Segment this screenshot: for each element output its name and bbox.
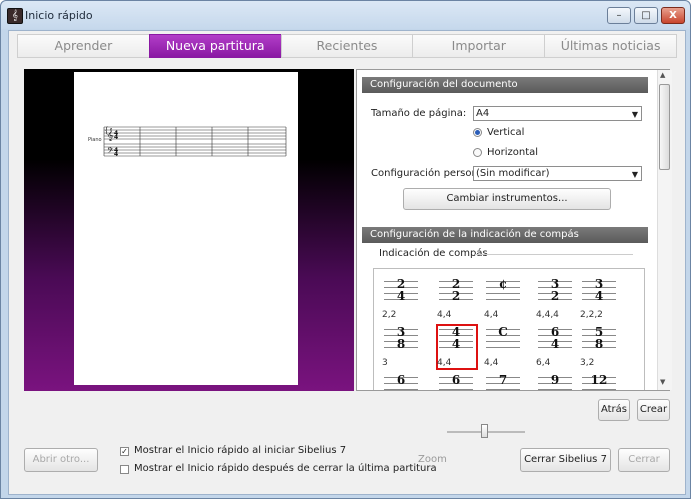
zoom-label: Zoom bbox=[418, 454, 447, 465]
window-title: Inicio rápido bbox=[25, 9, 93, 22]
tab-bar: Aprender Nueva partitura Recientes Impor… bbox=[17, 34, 677, 58]
time-sig-item[interactable]: 38 3 bbox=[382, 325, 422, 369]
page-size-select[interactable]: A4 ▼ bbox=[473, 106, 642, 121]
open-other-button[interactable]: Abrir otro... bbox=[24, 448, 98, 472]
show-on-start-checkbox[interactable]: ✓ bbox=[120, 447, 129, 456]
dropdown-arrow-icon: ▼ bbox=[631, 170, 638, 179]
tab-ultimas-noticias[interactable]: Últimas noticias bbox=[544, 34, 677, 58]
grand-staff: { 𝄞 𝄢 4 4 4 4 bbox=[103, 126, 287, 158]
time-sig-item[interactable]: 24 2,2 bbox=[382, 277, 422, 321]
scroll-up-icon[interactable]: ▲ bbox=[660, 71, 665, 79]
show-after-close-checkbox[interactable] bbox=[120, 465, 129, 474]
doc-config-header: Configuración del documento bbox=[362, 77, 648, 93]
title-bar: 𝄞 Inicio rápido – □ X bbox=[1, 1, 690, 29]
custom-config-select[interactable]: (Sin modificar) ▼ bbox=[473, 166, 642, 181]
tab-importar[interactable]: Importar bbox=[412, 34, 545, 58]
minimize-button[interactable]: – bbox=[607, 7, 631, 24]
page-size-value: A4 bbox=[476, 108, 490, 119]
scroll-thumb[interactable] bbox=[659, 84, 670, 170]
time-sig-item[interactable]: 7 bbox=[484, 373, 524, 390]
page-size-label: Tamaño de página: bbox=[371, 108, 467, 119]
radio-horizontal-label: Horizontal bbox=[487, 147, 539, 158]
time-sig-item[interactable]: 32 4,4,4 bbox=[536, 277, 576, 321]
settings-panel: Configuración del documento Tamaño de pá… bbox=[356, 69, 670, 391]
time-sig-item[interactable]: 64 6,4 bbox=[536, 325, 576, 369]
time-sig-item[interactable]: ¢ 4,4 bbox=[484, 277, 524, 321]
svg-text:4: 4 bbox=[114, 151, 118, 158]
close-window-button[interactable]: X bbox=[661, 7, 685, 24]
time-sig-item[interactable]: 9 bbox=[536, 373, 576, 390]
time-sig-subheader: Indicación de compás bbox=[379, 248, 488, 259]
time-sig-item[interactable]: 6 bbox=[382, 373, 422, 390]
tab-nueva-partitura[interactable]: Nueva partitura bbox=[148, 34, 281, 58]
back-button[interactable]: Atrás bbox=[598, 399, 630, 421]
score-preview: { 𝄞 𝄢 4 4 4 4 Piano bbox=[24, 69, 354, 391]
svg-text:4: 4 bbox=[114, 134, 118, 141]
time-sig-item[interactable]: 6 bbox=[437, 373, 477, 390]
close-sibelius-button[interactable]: Cerrar Sibelius 7 bbox=[520, 448, 611, 472]
custom-config-label: Configuración personal bbox=[371, 168, 487, 179]
time-sig-grid: 24 2,2 22 4,4 ¢ 4,4 32 4,4,4 3 4 2,2,2 3… bbox=[373, 268, 645, 390]
quick-start-window: 𝄞 Inicio rápido – □ X Aprender Nueva par… bbox=[0, 0, 691, 499]
sibelius-app-icon: 𝄞 bbox=[7, 8, 23, 24]
radio-vertical[interactable] bbox=[473, 128, 482, 137]
dialog-client-area: Aprender Nueva partitura Recientes Impor… bbox=[8, 30, 686, 495]
time-sig-item[interactable]: 58 3,2 bbox=[580, 325, 620, 369]
score-page: { 𝄞 𝄢 4 4 4 4 Piano bbox=[74, 72, 298, 385]
create-button[interactable]: Crear bbox=[637, 399, 670, 421]
close-button[interactable]: Cerrar bbox=[618, 448, 670, 472]
tab-aprender[interactable]: Aprender bbox=[17, 34, 149, 58]
dropdown-arrow-icon: ▼ bbox=[631, 110, 638, 119]
scroll-down-icon[interactable]: ▼ bbox=[660, 378, 665, 386]
time-sig-item[interactable]: 12 bbox=[580, 373, 620, 390]
tab-recientes[interactable]: Recientes bbox=[280, 34, 413, 58]
custom-config-value: (Sin modificar) bbox=[476, 168, 550, 179]
show-after-close-label: Mostrar el Inicio rápido después de cerr… bbox=[134, 463, 437, 474]
svg-text:𝄞: 𝄞 bbox=[107, 128, 114, 141]
time-sig-item-selected[interactable]: 44 4,4 bbox=[436, 324, 478, 370]
maximize-button[interactable]: □ bbox=[634, 7, 658, 24]
svg-text:𝄢: 𝄢 bbox=[107, 147, 114, 158]
radio-horizontal[interactable] bbox=[473, 148, 482, 157]
change-instruments-button[interactable]: Cambiar instrumentos... bbox=[403, 188, 611, 210]
zoom-slider-thumb[interactable] bbox=[481, 424, 488, 438]
instrument-name-label: Piano bbox=[88, 137, 102, 143]
settings-scrollbar[interactable]: ▲ ▼ bbox=[657, 70, 672, 390]
show-on-start-label: Mostrar el Inicio rápido al iniciar Sibe… bbox=[134, 445, 347, 456]
divider bbox=[475, 254, 633, 255]
time-sig-header: Configuración de la indicación de compás bbox=[362, 227, 648, 243]
time-sig-item[interactable]: C 4,4 bbox=[484, 325, 524, 369]
radio-vertical-label: Vertical bbox=[487, 127, 525, 138]
time-sig-item[interactable]: 22 4,4 bbox=[437, 277, 477, 321]
time-sig-item[interactable]: 34 2,2,2 bbox=[580, 277, 620, 321]
